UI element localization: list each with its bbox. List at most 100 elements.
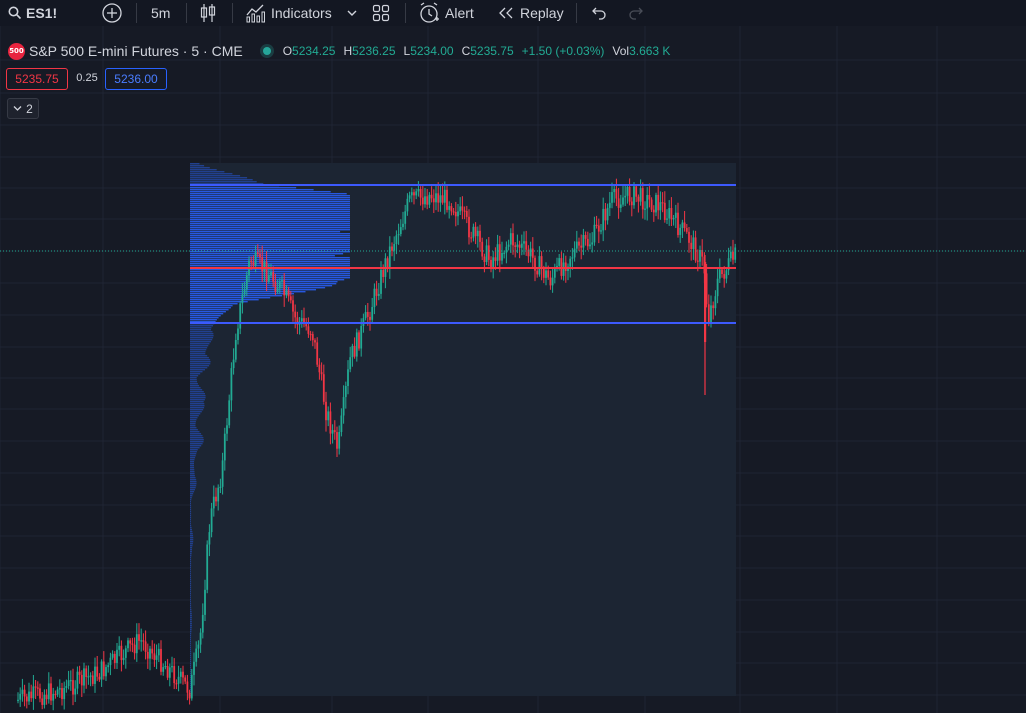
candle-body xyxy=(450,206,453,212)
candle-body xyxy=(61,688,63,700)
candle-body xyxy=(622,197,624,205)
candle-body xyxy=(523,241,525,244)
profile-bar xyxy=(190,277,350,279)
collapse-indicators-button[interactable]: 2 xyxy=(7,98,39,119)
profile-bar xyxy=(190,333,214,335)
profile-bar xyxy=(190,391,204,393)
candle-body xyxy=(208,532,211,545)
profile-bar xyxy=(190,171,225,173)
candle-body xyxy=(168,667,171,678)
candle-body xyxy=(580,245,583,248)
profile-bar xyxy=(190,457,196,459)
profile-bar xyxy=(190,307,231,309)
candle-body xyxy=(25,696,28,702)
candle-body xyxy=(710,305,712,323)
candle-body xyxy=(575,241,578,249)
candle-body xyxy=(399,227,402,234)
profile-bar xyxy=(190,635,192,637)
profile-bar xyxy=(190,609,192,611)
profile-bar xyxy=(190,533,193,535)
profile-bar xyxy=(190,403,205,405)
symbol-title[interactable]: S&P 500 E-mini Futures · 5 · CME xyxy=(29,43,243,59)
candle-body xyxy=(221,460,224,487)
candle-body xyxy=(237,328,239,340)
candle-body xyxy=(316,342,319,365)
profile-bar xyxy=(190,349,207,351)
profile-bar xyxy=(190,353,206,355)
price-chart[interactable] xyxy=(0,0,1026,713)
candle-body xyxy=(659,202,662,211)
candle-body xyxy=(443,189,446,203)
profile-bar xyxy=(190,429,198,431)
candle-body xyxy=(204,589,206,615)
candle-body xyxy=(307,326,310,334)
candle-body xyxy=(661,202,664,204)
candle-body xyxy=(498,244,501,261)
candle-body xyxy=(39,688,41,699)
candle-body xyxy=(190,674,193,699)
profile-bar xyxy=(190,315,221,317)
candle-body xyxy=(155,655,158,660)
profile-bar xyxy=(190,303,238,305)
candle-body xyxy=(23,689,26,697)
profile-bar xyxy=(190,301,248,303)
profile-bar xyxy=(190,441,204,443)
candle-body xyxy=(512,233,514,246)
candle-body xyxy=(217,487,220,502)
profile-bar xyxy=(190,167,210,169)
candle-body xyxy=(483,256,486,262)
candle-body xyxy=(138,634,140,641)
profile-bar xyxy=(190,283,337,285)
profile-bar xyxy=(190,431,200,433)
profile-bar xyxy=(190,411,202,413)
profile-bar xyxy=(190,557,192,559)
profile-bar xyxy=(190,637,192,639)
candle-body xyxy=(439,195,442,203)
candle-body xyxy=(283,280,286,296)
profile-bar xyxy=(190,655,192,657)
candle-body xyxy=(608,202,611,208)
candle-body xyxy=(50,683,52,701)
spread-value: 0.25 xyxy=(76,72,98,84)
profile-bar xyxy=(190,239,350,241)
candle-body xyxy=(674,212,677,218)
profile-bar xyxy=(190,631,192,633)
profile-range-highlight xyxy=(190,163,736,696)
candle-body xyxy=(96,666,99,677)
candle-body xyxy=(481,241,484,257)
candle-body xyxy=(364,312,367,319)
candle-body xyxy=(459,206,462,212)
buy-price-button[interactable]: 5236.00 xyxy=(105,68,167,90)
candle-body xyxy=(223,433,226,461)
profile-bar xyxy=(190,339,213,341)
profile-bar xyxy=(190,257,350,259)
volume-label: Vol xyxy=(612,44,630,58)
candle-body xyxy=(646,195,649,209)
candle-body xyxy=(712,305,715,309)
profile-bar xyxy=(190,505,192,507)
profile-bar xyxy=(190,509,192,511)
candle-body xyxy=(604,208,607,221)
candle-body xyxy=(663,202,666,220)
candle-body xyxy=(272,272,275,282)
sell-price-button[interactable]: 5235.75 xyxy=(6,68,68,90)
candle-body xyxy=(344,386,347,398)
profile-bar xyxy=(190,611,192,613)
profile-bar xyxy=(190,259,350,261)
candle-body xyxy=(184,677,187,682)
profile-bar xyxy=(190,305,233,307)
low-value: 5234.00 xyxy=(410,44,454,58)
candle-body xyxy=(28,691,30,702)
candle-body xyxy=(421,197,424,205)
market-status-dot[interactable] xyxy=(262,47,271,55)
candle-body xyxy=(351,345,354,358)
profile-bar xyxy=(190,623,192,625)
profile-bar xyxy=(190,663,192,665)
candle-body xyxy=(410,192,413,196)
collapsed-count: 2 xyxy=(26,101,33,116)
candle-body xyxy=(338,432,341,449)
candle-body xyxy=(109,657,112,666)
candle-body xyxy=(562,262,565,276)
profile-bar xyxy=(190,485,197,487)
profile-bar xyxy=(190,425,196,427)
